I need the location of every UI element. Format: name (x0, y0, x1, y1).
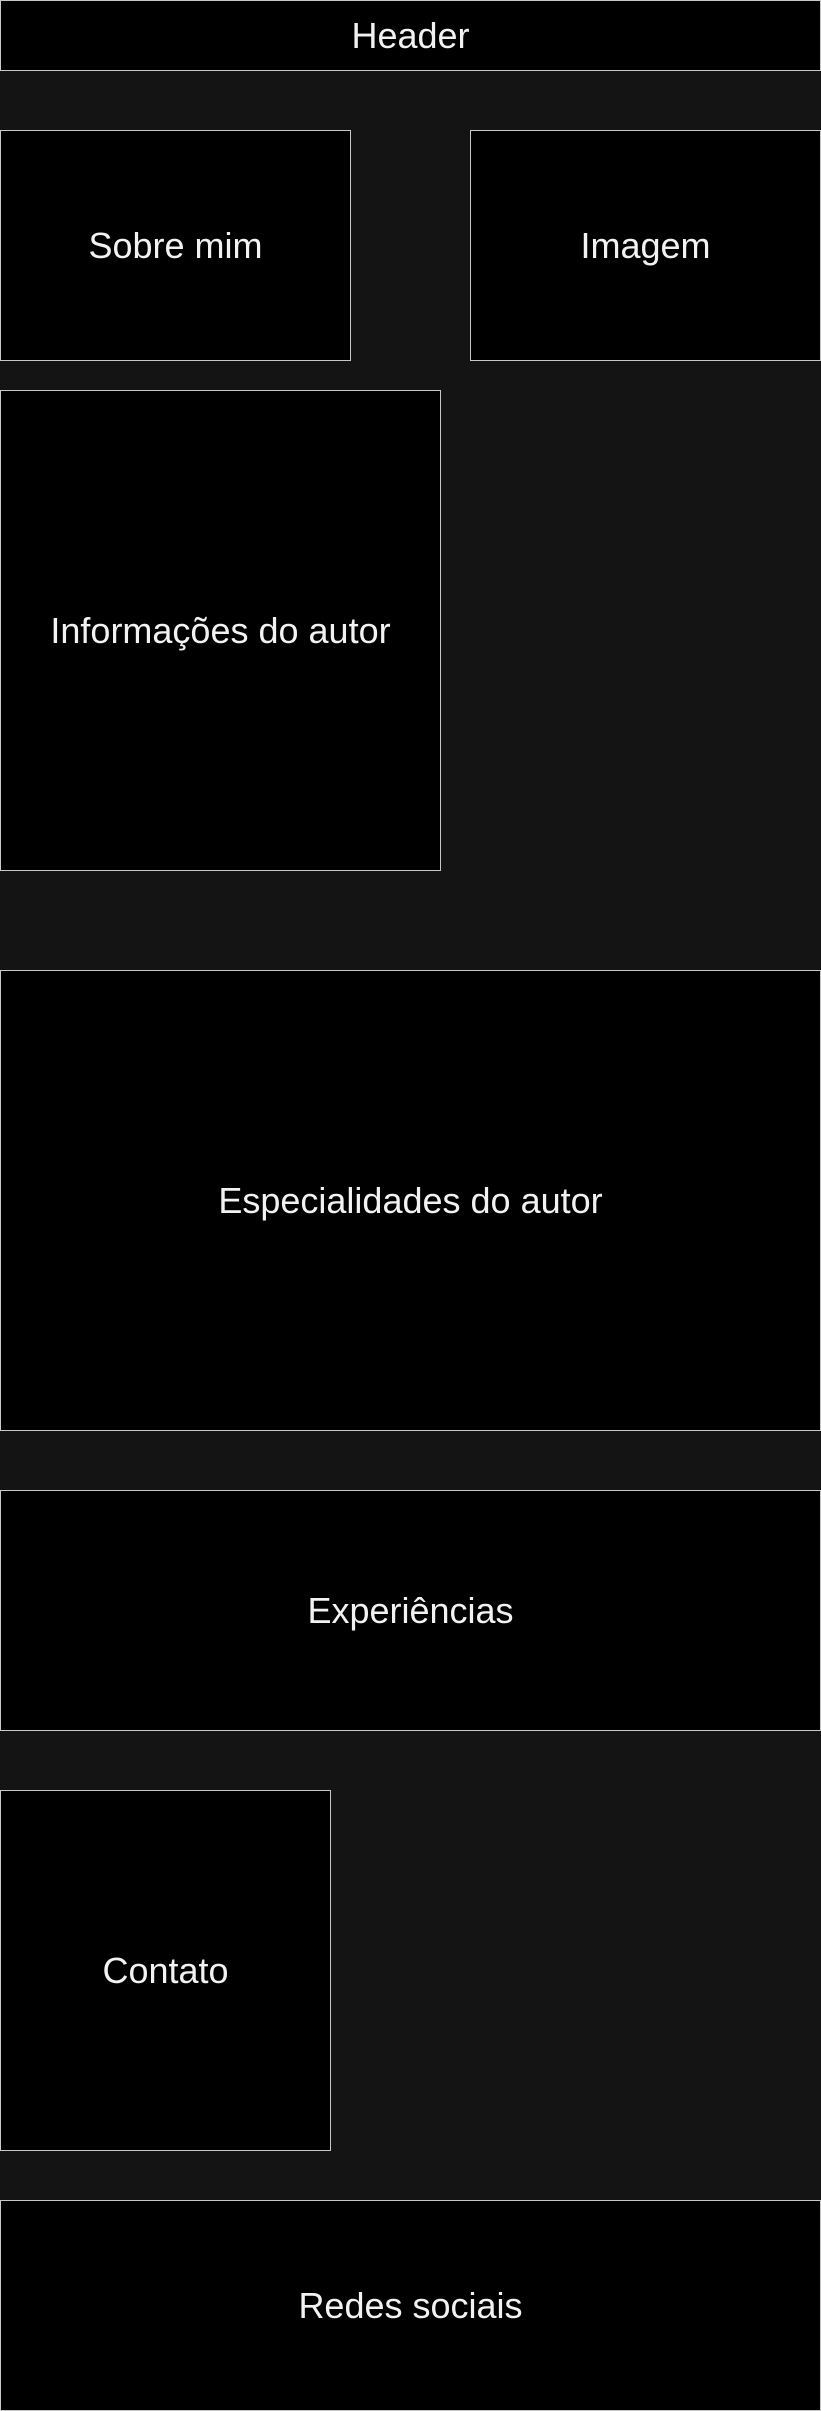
contact-section: Contato (0, 1790, 331, 2151)
header-section: Header (0, 0, 821, 71)
contact-label: Contato (102, 1949, 229, 1991)
author-specialties-section: Especialidades do autor (0, 970, 821, 1431)
social-label: Redes sociais (298, 2284, 523, 2326)
author-info-label: Informações do autor (50, 609, 391, 651)
author-info-section: Informações do autor (0, 390, 441, 871)
about-label: Sobre mim (88, 224, 263, 266)
experiences-section: Experiências (0, 1490, 821, 1731)
author-specialties-label: Especialidades do autor (218, 1179, 603, 1221)
social-section: Redes sociais (0, 2200, 821, 2411)
image-section: Imagem (470, 130, 821, 361)
header-label: Header (351, 14, 470, 56)
image-label: Imagem (580, 224, 711, 266)
about-section: Sobre mim (0, 130, 351, 361)
experiences-label: Experiências (307, 1589, 514, 1631)
